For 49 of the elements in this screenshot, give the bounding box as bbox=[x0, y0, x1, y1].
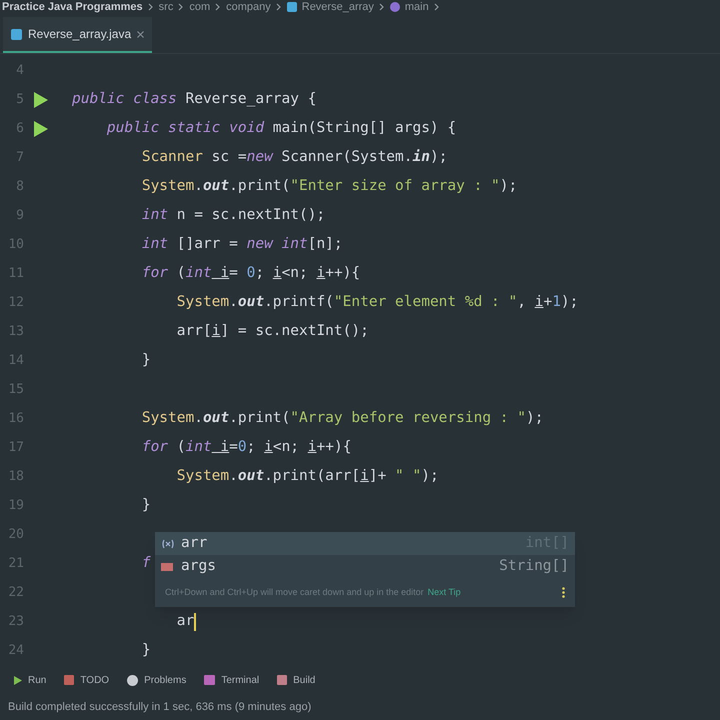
chevron-icon bbox=[178, 3, 184, 11]
chevron-icon bbox=[215, 3, 220, 11]
code-line: for (int i= 0; i<n; i++){ bbox=[140, 264, 360, 283]
breadcrumb-item[interactable]: main bbox=[404, 0, 429, 14]
run-icon[interactable] bbox=[34, 120, 48, 136]
editor-tab[interactable]: Reverse_array.java bbox=[3, 17, 152, 53]
breadcrumb-item[interactable]: src bbox=[158, 0, 174, 14]
chevron-icon bbox=[434, 3, 439, 11]
chevron-icon bbox=[378, 3, 384, 11]
close-icon[interactable] bbox=[137, 30, 144, 38]
code-line: for (int i=0; i<n; i++){ bbox=[140, 438, 352, 457]
code-line: arr[i] = sc.nextInt(); bbox=[176, 322, 369, 341]
code-line: System.out.printf("Enter element %d : ", i+1); bbox=[176, 292, 578, 312]
tool-window-button[interactable]: Build bbox=[277, 672, 316, 688]
tool-window-button[interactable]: Run bbox=[14, 672, 46, 688]
tool-window-button[interactable]: Terminal bbox=[204, 672, 260, 688]
breadcrumb-item[interactable]: Practice Java Programmes bbox=[2, 0, 143, 14]
breadcrumb-item[interactable]: Reverse_array bbox=[302, 0, 374, 14]
tool-window-button[interactable]: TODO bbox=[64, 672, 110, 688]
completion-type: String[] bbox=[499, 556, 569, 576]
run-icon bbox=[14, 676, 22, 684]
breadcrumb-item[interactable]: com bbox=[189, 0, 210, 14]
code-line: Scanner sc =new Scanner(System.in); bbox=[140, 148, 448, 167]
code-line: } bbox=[140, 350, 151, 370]
next-tip-link[interactable]: Next Tip bbox=[428, 586, 461, 600]
hint-text: Ctrl+Down and Ctrl+Up will move caret down and up in the editor bbox=[165, 586, 424, 599]
completion-name: args bbox=[181, 556, 216, 576]
code-line: public static void main(String[] args) { bbox=[106, 118, 456, 138]
more-icon[interactable] bbox=[562, 587, 565, 598]
tool-window-button[interactable]: Problems bbox=[127, 672, 186, 688]
code-line: System.out.print("Array before reversing : "); bbox=[140, 408, 544, 428]
tab-label: Reverse_array.java bbox=[28, 26, 132, 43]
code-line: System.out.print("Enter size of array : "); bbox=[140, 176, 518, 196]
code-line: System.out.print(arr[i]+ " "); bbox=[176, 466, 439, 486]
status-message: Build completed successfully in 1 sec, 636 ms (9 minutes ago) bbox=[8, 700, 312, 715]
chevron-icon bbox=[276, 3, 281, 11]
code-line: public class Reverse_array { bbox=[72, 90, 316, 109]
code-line: int n = sc.nextInt(); bbox=[140, 206, 326, 225]
variable-icon bbox=[161, 538, 175, 548]
code-line: } bbox=[140, 640, 151, 660]
breadcrumb-item[interactable]: company bbox=[226, 0, 271, 14]
completion-item[interactable]: args String[] bbox=[155, 555, 575, 578]
code-line: int []arr = new int[n]; bbox=[140, 234, 343, 254]
code-line: f bbox=[140, 554, 151, 573]
run-icon[interactable] bbox=[34, 92, 48, 108]
code-line: ar bbox=[176, 612, 194, 631]
completion-name: arr bbox=[181, 534, 208, 553]
code-line: } bbox=[140, 496, 151, 515]
chevron-icon bbox=[148, 3, 153, 11]
